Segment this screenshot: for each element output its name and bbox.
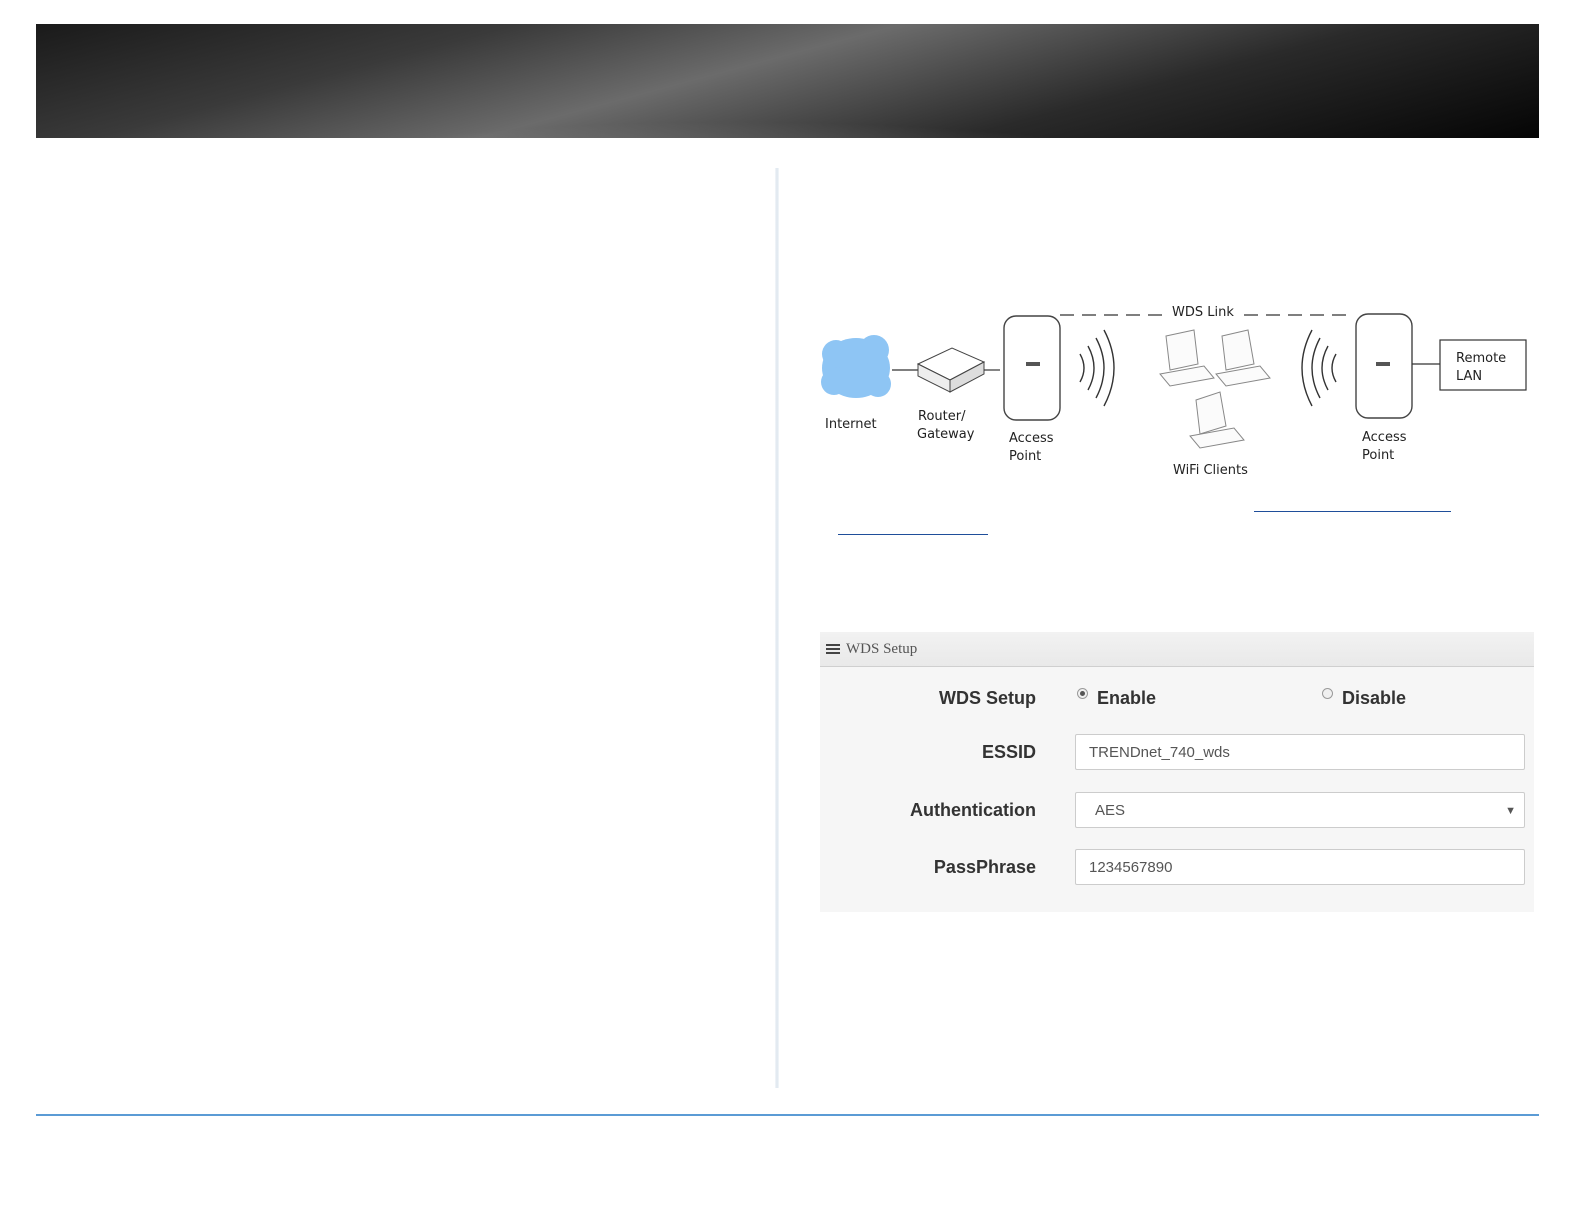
wireless-signal-icon — [1079, 329, 1115, 407]
access-point-icon — [1355, 313, 1413, 419]
column-divider — [775, 168, 779, 1088]
chevron-down-icon[interactable]: ▼ — [1505, 793, 1516, 829]
enable-radio[interactable] — [1077, 688, 1088, 699]
internet-cloud-icon — [821, 335, 891, 398]
access-point-right-label-line1: Access — [1362, 430, 1407, 445]
remote-lan-label-line2: LAN — [1456, 369, 1482, 384]
passphrase-row: PassPhrase 1234567890 — [820, 847, 1534, 887]
laptop-icon — [1215, 329, 1271, 387]
essid-input[interactable]: TRENDnet_740_wds — [1075, 734, 1525, 770]
footer-rule — [36, 1114, 1539, 1116]
wds-link-label: WDS Link — [1172, 305, 1234, 320]
essid-label: ESSID — [981, 742, 1036, 762]
access-point-left-label-line1: Access — [1009, 431, 1054, 446]
remote-lan-label-line1: Remote — [1456, 351, 1506, 366]
header-banner — [36, 24, 1539, 138]
disable-radio-label[interactable]: Disable — [1342, 678, 1406, 718]
hyperlink-underline[interactable] — [838, 534, 988, 535]
authentication-label: Authentication — [910, 800, 1036, 820]
hyperlink-underline[interactable] — [1254, 511, 1451, 512]
router-label-line1: Router/ — [918, 409, 966, 424]
access-point-icon — [1003, 315, 1061, 421]
panel-title: WDS Setup — [846, 640, 918, 657]
laptop-icon — [1159, 329, 1215, 387]
passphrase-input[interactable]: 1234567890 — [1075, 849, 1525, 885]
internet-label: Internet — [825, 417, 877, 432]
wds-network-diagram: WDS Link Internet Router/ Gateway Access… — [814, 292, 1534, 488]
list-icon — [826, 644, 840, 654]
wireless-signal-icon — [1301, 329, 1337, 407]
enable-radio-label[interactable]: Enable — [1097, 678, 1156, 718]
laptop-icon — [1189, 391, 1245, 449]
wds-setup-row: WDS Setup Enable Disable — [820, 678, 1534, 718]
wds-setup-panel: WDS Setup WDS Setup Enable Disable ESSID… — [820, 632, 1534, 912]
panel-header: WDS Setup — [820, 632, 1534, 667]
essid-row: ESSID TRENDnet_740_wds — [820, 732, 1534, 772]
authentication-select[interactable]: AES ▼ — [1075, 792, 1525, 828]
authentication-selected-value: AES — [1095, 802, 1126, 819]
router-label-line2: Gateway — [917, 427, 975, 442]
passphrase-label: PassPhrase — [933, 857, 1036, 877]
access-point-right-label-line2: Point — [1362, 448, 1394, 463]
wds-setup-label: WDS Setup — [939, 688, 1036, 708]
access-point-left-label-line2: Point — [1009, 449, 1041, 464]
router-icon — [916, 347, 986, 393]
disable-radio[interactable] — [1322, 688, 1333, 699]
authentication-row: Authentication AES ▼ — [820, 790, 1534, 830]
wifi-clients-label: WiFi Clients — [1173, 463, 1248, 478]
